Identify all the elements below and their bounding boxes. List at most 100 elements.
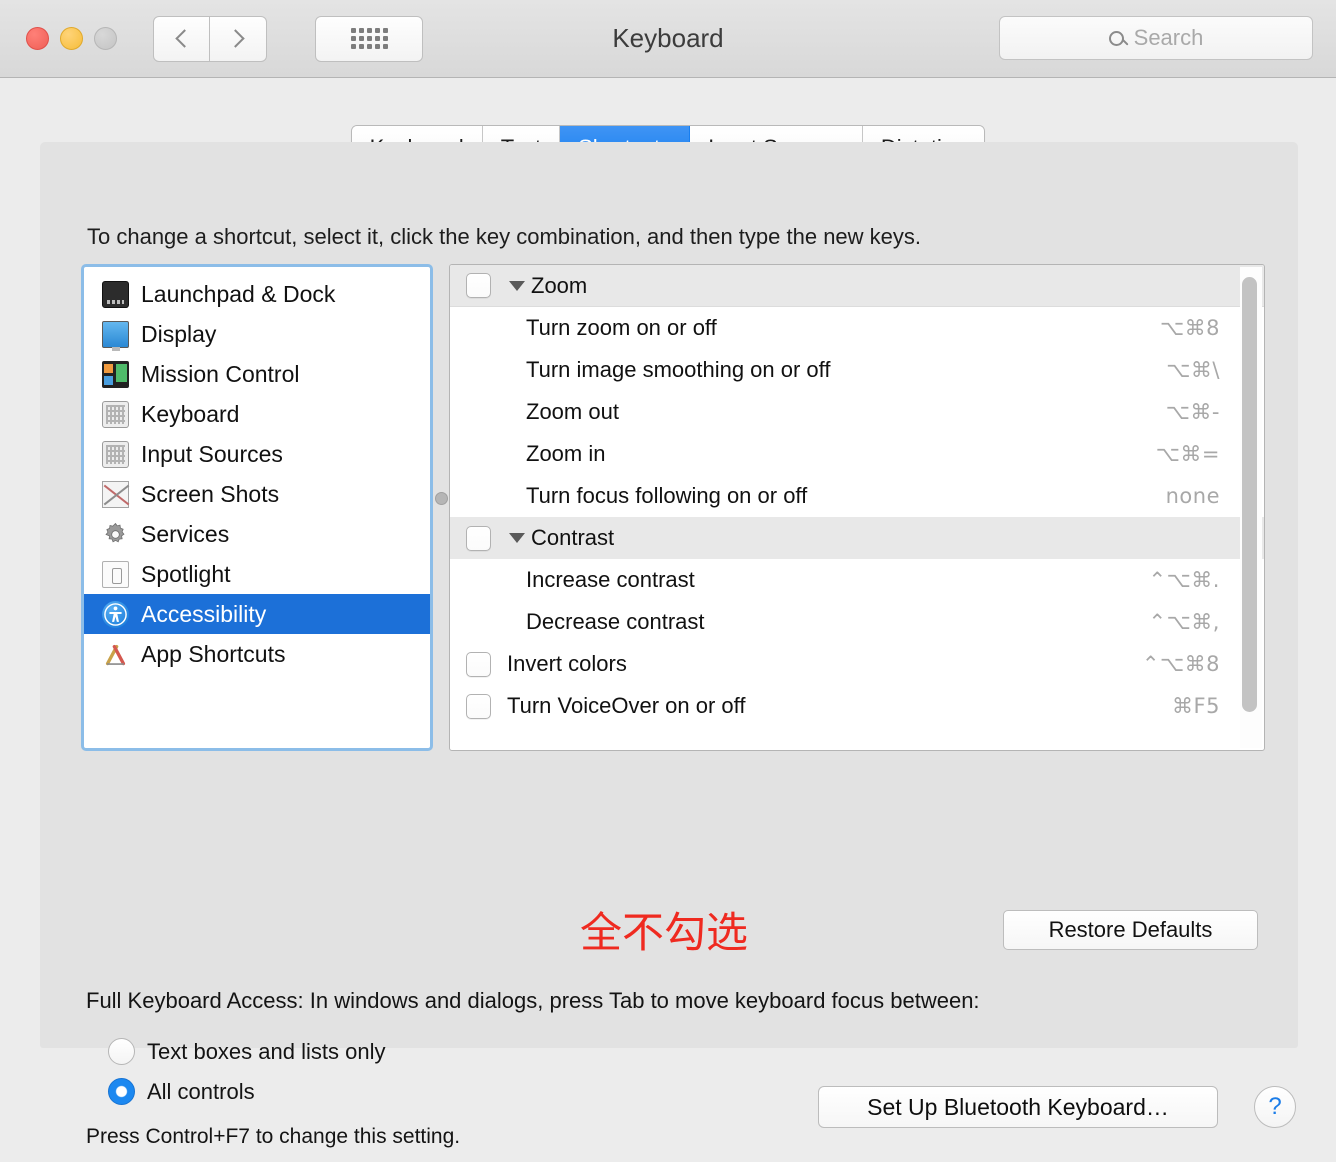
help-button[interactable]: ? xyxy=(1254,1086,1296,1128)
radio-label: Text boxes and lists only xyxy=(147,1038,386,1064)
list-item-label: Turn focus following on or off xyxy=(526,483,808,508)
list-item-label: Decrease contrast xyxy=(526,609,705,634)
list-item[interactable]: Invert colors ⌃⌥⌘8 xyxy=(450,643,1264,685)
group-checkbox[interactable] xyxy=(466,273,491,298)
instruction-text: To change a shortcut, select it, click t… xyxy=(87,224,922,249)
sidebar-item-display[interactable]: Display xyxy=(84,314,430,354)
search-icon xyxy=(1108,30,1124,46)
vertical-scrollbar-thumb[interactable] xyxy=(1242,277,1257,712)
list-item-label: Turn image smoothing on or off xyxy=(526,357,831,382)
spotlight-icon xyxy=(102,560,129,588)
list-item[interactable]: Increase contrast ⌃⌥⌘. xyxy=(450,559,1264,601)
sidebar-item-label: Launchpad & Dock xyxy=(141,280,336,307)
sidebar-item-label: Mission Control xyxy=(141,360,300,387)
sidebar-item-app-shortcuts[interactable]: App Shortcuts xyxy=(84,634,430,674)
list-item[interactable]: Turn zoom on or off ⌥⌘8 xyxy=(450,307,1264,349)
split-view: Launchpad & Dock Display Mission Control… xyxy=(81,264,1265,751)
gear-icon xyxy=(102,521,129,548)
shortcut-keys[interactable]: ⌘F5 xyxy=(1172,694,1220,718)
navigation-buttons xyxy=(153,15,267,62)
zoom-button[interactable] xyxy=(94,27,117,50)
forward-arrow-icon xyxy=(226,29,245,48)
shortcut-keys[interactable]: ⌥⌘8 xyxy=(1160,316,1220,340)
radio-button[interactable] xyxy=(108,1038,135,1065)
sidebar-item-services[interactable]: Services xyxy=(84,514,430,554)
close-button[interactable] xyxy=(26,27,49,50)
sidebar-item-label: Input Sources xyxy=(141,440,283,467)
set-up-bluetooth-keyboard-button[interactable]: Set Up Bluetooth Keyboard… xyxy=(818,1086,1218,1128)
forward-button[interactable] xyxy=(210,15,267,62)
list-item-label: Zoom in xyxy=(526,441,606,466)
sidebar-item-keyboard[interactable]: Keyboard xyxy=(84,394,430,434)
annotation-text: 全不勾选 xyxy=(580,908,749,957)
sidebar-item-label: App Shortcuts xyxy=(141,640,286,667)
shortcut-keys[interactable]: ⌥⌘\ xyxy=(1166,358,1220,382)
traffic-lights xyxy=(26,27,117,50)
launchpad-dock-icon xyxy=(102,280,129,308)
shortcut-keys[interactable]: ⌥⌘- xyxy=(1166,400,1220,424)
sidebar-item-label: Display xyxy=(141,320,217,347)
shortcut-keys[interactable]: ⌃⌥⌘8 xyxy=(1142,652,1220,676)
list-item-label: Invert colors xyxy=(507,651,627,676)
list-item[interactable]: Turn focus following on or off none xyxy=(450,475,1264,517)
search-placeholder: Search xyxy=(1133,25,1204,50)
item-checkbox[interactable] xyxy=(466,651,491,677)
radio-button-selected[interactable] xyxy=(108,1078,135,1105)
disclosure-triangle-icon[interactable] xyxy=(509,280,525,291)
sidebar-item-mission-control[interactable]: Mission Control xyxy=(84,354,430,394)
list-item[interactable]: Turn image smoothing on or off ⌥⌘\ xyxy=(450,349,1264,391)
display-icon xyxy=(102,320,129,351)
input-sources-icon xyxy=(102,440,129,468)
mission-control-icon xyxy=(102,360,129,388)
app-shortcuts-icon xyxy=(102,641,129,668)
sidebar-item-label: Keyboard xyxy=(141,400,240,427)
list-item-label: Turn VoiceOver on or off xyxy=(507,693,746,718)
list-item-label: Contrast xyxy=(531,525,615,550)
sidebar-item-launchpad-dock[interactable]: Launchpad & Dock xyxy=(84,274,430,314)
list-item[interactable]: Zoom out ⌥⌘- xyxy=(450,391,1264,433)
sidebar-item-input-sources[interactable]: Input Sources xyxy=(84,434,430,474)
list-item[interactable]: Decrease contrast ⌃⌥⌘, xyxy=(450,601,1264,643)
keyboard-icon xyxy=(102,400,129,428)
radio-option-text-boxes[interactable]: Text boxes and lists only xyxy=(108,1038,385,1065)
list-item-label: Turn zoom on or off xyxy=(526,315,717,340)
category-sidebar[interactable]: Launchpad & Dock Display Mission Control… xyxy=(81,264,433,751)
full-keyboard-access-label: Full Keyboard Access: In windows and dia… xyxy=(86,988,980,1013)
list-item-label: Zoom out xyxy=(526,399,619,424)
shortcut-keys[interactable]: none xyxy=(1166,484,1220,508)
show-all-button[interactable] xyxy=(315,15,423,62)
shortcut-keys[interactable]: ⌥⌘= xyxy=(1156,442,1220,466)
split-divider xyxy=(433,264,449,751)
search-field[interactable]: Search xyxy=(999,16,1313,60)
keyboard-access-note: Press Control+F7 to change this setting. xyxy=(86,1125,461,1148)
shortcuts-panel: To change a shortcut, select it, click t… xyxy=(40,142,1298,1148)
disclosure-triangle-icon[interactable] xyxy=(509,533,525,543)
screen-shots-icon xyxy=(102,480,130,508)
sidebar-item-screen-shots[interactable]: Screen Shots xyxy=(84,474,430,514)
restore-defaults-button[interactable]: Restore Defaults xyxy=(1003,910,1258,950)
sidebar-item-label: Services xyxy=(141,520,230,547)
back-button[interactable] xyxy=(153,15,210,62)
list-item-label: Zoom xyxy=(531,272,588,298)
list-group-row[interactable]: Zoom xyxy=(450,265,1264,307)
radio-option-all-controls[interactable]: All controls xyxy=(108,1078,255,1105)
list-item[interactable]: Zoom in ⌥⌘= xyxy=(450,433,1264,475)
list-item[interactable]: Turn VoiceOver on or off ⌘F5 xyxy=(450,685,1264,727)
vertical-scrollbar-track[interactable] xyxy=(1240,267,1262,748)
shortcut-keys[interactable]: ⌃⌥⌘. xyxy=(1149,568,1220,592)
list-group-row[interactable]: Contrast xyxy=(450,517,1264,559)
shortcut-keys[interactable]: ⌃⌥⌘, xyxy=(1149,610,1220,634)
accessibility-icon xyxy=(102,600,129,628)
sidebar-item-spotlight[interactable]: Spotlight xyxy=(84,554,430,594)
sidebar-item-label: Accessibility xyxy=(141,600,267,627)
sidebar-item-accessibility[interactable]: Accessibility xyxy=(84,594,430,634)
sidebar-item-label: Screen Shots xyxy=(141,480,280,507)
minimize-button[interactable] xyxy=(60,27,83,50)
list-item-label: Increase contrast xyxy=(526,567,695,592)
item-checkbox[interactable] xyxy=(466,693,491,719)
group-checkbox[interactable] xyxy=(466,525,491,551)
window-titlebar: Keyboard Search xyxy=(0,0,1336,78)
split-resize-handle[interactable] xyxy=(435,492,448,505)
shortcut-list[interactable]: Zoom Turn zoom on or off ⌥⌘8 Turn image … xyxy=(449,264,1265,751)
sidebar-item-label: Spotlight xyxy=(141,560,231,587)
